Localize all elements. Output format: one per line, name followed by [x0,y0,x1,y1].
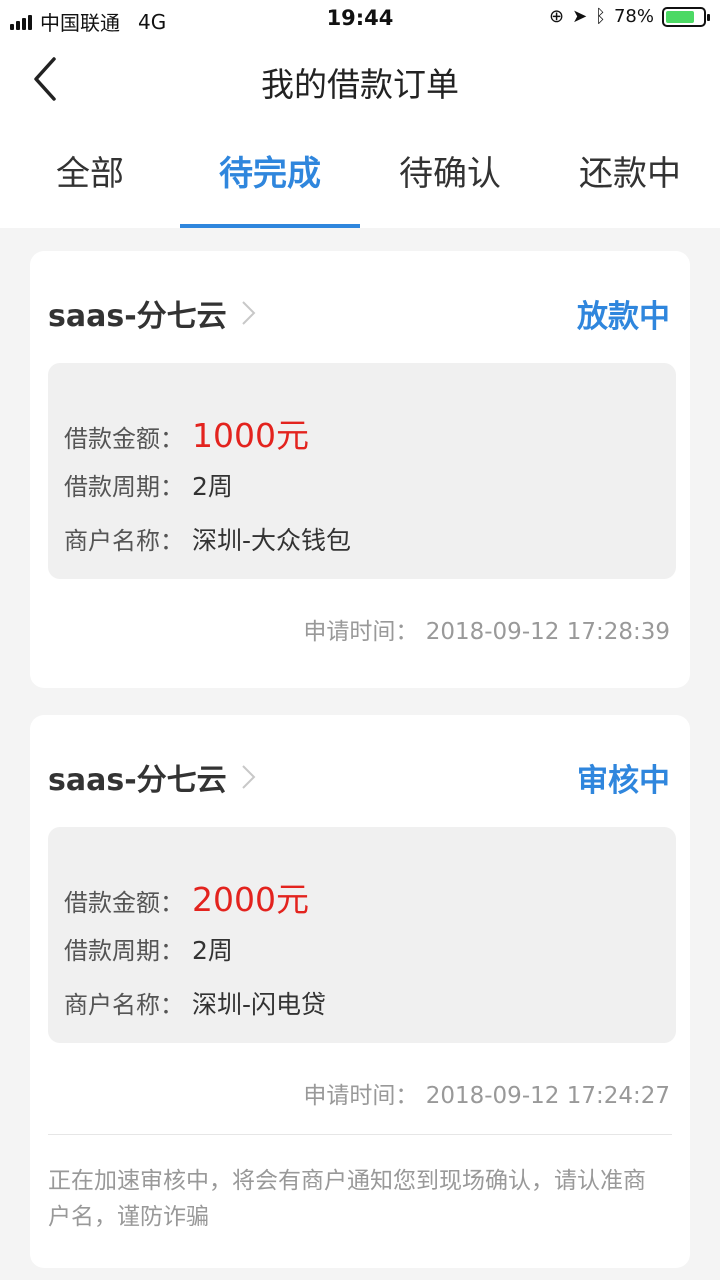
platform-name: saas-分七云 [48,299,227,334]
apply-time-value: 2018-09-12 17:24:27 [425,1083,670,1109]
merchant-name: 深圳-闪电贷 [192,990,327,1019]
platform-link[interactable]: saas-分七云 [48,755,257,799]
platform-link[interactable]: saas-分七云 [48,291,257,335]
chevron-right-icon [241,765,256,789]
merchant-label: 商户名称： [64,527,184,555]
amount-label: 借款金额： [64,889,184,917]
period-label: 借款周期： [64,937,184,965]
merchant-label: 商户名称： [64,991,184,1019]
loan-amount: 1000元 [192,416,309,455]
page-title: 我的借款订单 [261,65,459,104]
tab-pending[interactable]: 待完成 [180,126,360,228]
apply-time-label: 申请时间： [303,619,419,645]
order-info: 借款金额： 2000元 借款周期： 2周 商户名称： 深圳-闪电贷 [48,827,676,1043]
apply-time-value: 2018-09-12 17:28:39 [425,619,670,645]
battery-level [666,10,694,23]
order-card[interactable]: saas-分七云 放款中 借款金额： 1000元 借款周期： 2周 商户名称： … [30,251,690,688]
period-label: 借款周期： [64,473,184,501]
apply-time: 申请时间： 2018-09-12 17:28:39 [303,612,670,646]
apply-time: 申请时间： 2018-09-12 17:24:27 [303,1076,670,1110]
review-notice: 正在加速审核中，将会有商户通知您到现场确认，请认准商户名，谨防诈骗 [48,1168,646,1230]
battery-percent: 78% [613,6,654,27]
order-info: 借款金额： 1000元 借款周期： 2周 商户名称： 深圳-大众钱包 [48,363,676,579]
platform-name: saas-分七云 [48,763,227,798]
status-badge: 放款中 [577,299,670,335]
apply-time-label: 申请时间： [303,1083,419,1109]
tab-to-confirm[interactable]: 待确认 [360,126,540,228]
order-card[interactable]: saas-分七云 审核中 借款金额： 2000元 借款周期： 2周 商户名称： … [30,715,690,1268]
tab-bar: 全部 待完成 待确认 还款中 [0,126,720,228]
loan-amount: 2000元 [192,880,309,919]
nav-bar: 我的借款订单 [0,38,720,126]
amount-label: 借款金额： [64,425,184,453]
bluetooth-icon: ᛒ [595,6,606,27]
tab-repaying[interactable]: 还款中 [540,126,720,228]
battery-icon [662,6,710,27]
orientation-lock-icon: ⊕ [548,6,565,27]
chevron-right-icon [241,301,256,325]
status-bar: 中国联通 4G 19:44 ⊕ ➤ ᛒ 78% [0,0,720,38]
location-icon: ➤ [572,6,588,27]
merchant-name: 深圳-大众钱包 [192,526,352,555]
tab-all[interactable]: 全部 [0,126,180,228]
divider [48,1134,672,1135]
status-badge: 审核中 [577,763,670,799]
loan-period: 2周 [192,936,233,965]
loan-period: 2周 [192,472,233,501]
